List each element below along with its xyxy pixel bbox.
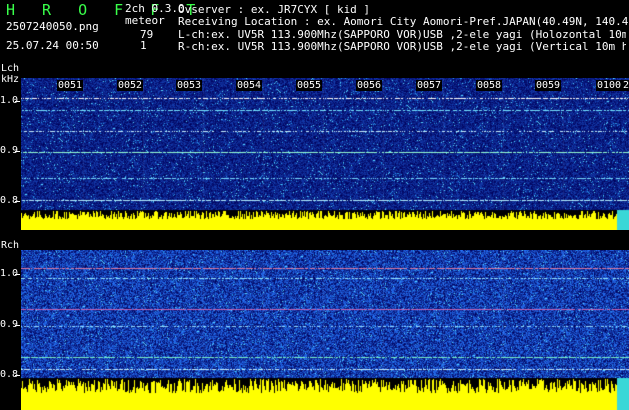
time-label: 0058 (476, 80, 503, 91)
lch-waterfall (21, 78, 629, 230)
time-label: 0053 (176, 80, 203, 91)
time-label: 0100 (596, 80, 623, 91)
lch-waterfall-canvas (21, 78, 629, 230)
time-label: 0059 (535, 80, 562, 91)
rch-waterfall (21, 250, 629, 410)
time-label: 0057 (416, 80, 443, 91)
filename: 2507240050.png (6, 20, 99, 33)
count-r: 1 (140, 39, 147, 52)
lch-tickmark (15, 201, 20, 202)
lch-label: Lch (1, 63, 20, 74)
lch-info-line: L-ch:ex. UV5R 113.900Mhz(SAPPORO VOR)USB… (178, 29, 626, 41)
timestamp: 25.07.24 00:50 (6, 39, 99, 52)
time-label: 0051 (57, 80, 84, 91)
lch-tickmark (15, 101, 20, 102)
rch-waterfall-canvas (21, 250, 629, 410)
lch-unit: kHz (1, 74, 20, 85)
time-label: 0054 (236, 80, 263, 91)
rch-tickmark (15, 274, 20, 275)
time-label: 2 (622, 80, 629, 91)
lch-tickmark (15, 151, 20, 152)
location-line: Receiving Location : ex. Aomori City Aom… (178, 15, 629, 28)
time-label: 0055 (296, 80, 323, 91)
rch-tickmark (15, 375, 20, 376)
meteor-label: meteor (125, 14, 165, 27)
rch-label: Rch (1, 240, 20, 251)
rch-tickmark (15, 325, 20, 326)
time-label: 0056 (356, 80, 383, 91)
time-label: 0052 (117, 80, 144, 91)
rch-info-line: R-ch:ex. UV5R 113.900Mhz(SAPPORO VOR)USB… (178, 41, 626, 53)
